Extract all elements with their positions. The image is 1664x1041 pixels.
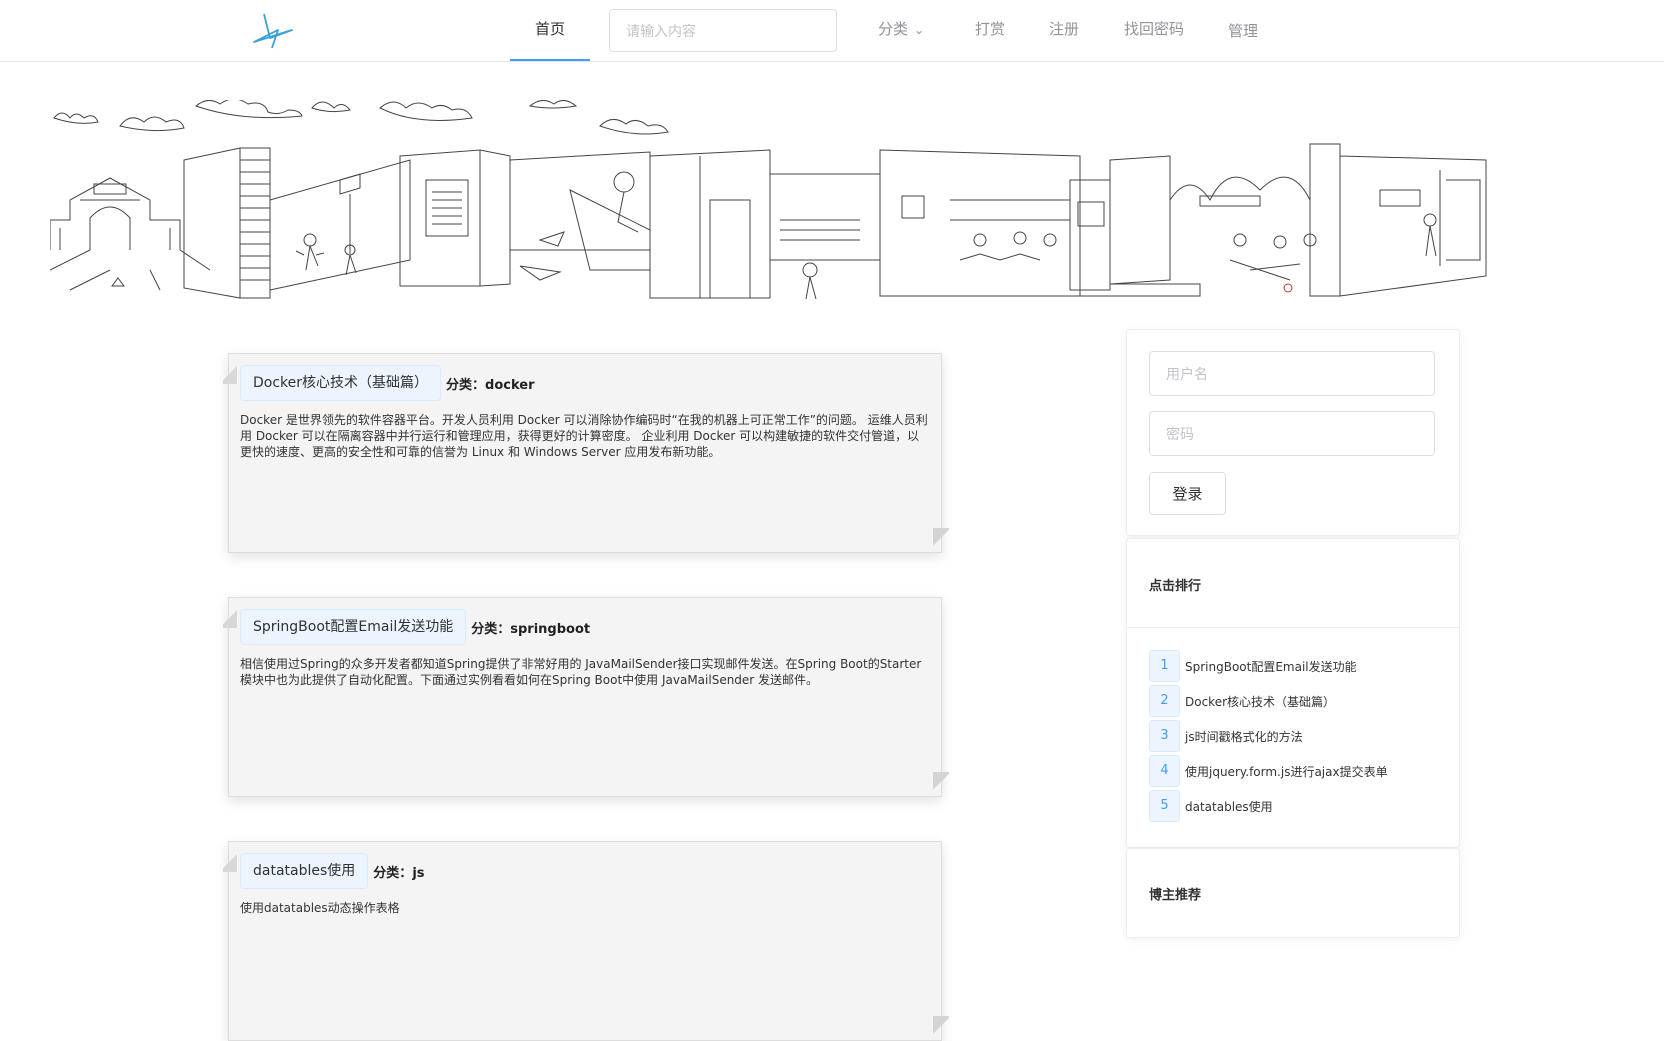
ranking-item[interactable]: 4 使用jquery.form.js进行ajax提交表单 <box>1149 755 1388 787</box>
article-title[interactable]: datatables使用 <box>240 853 369 889</box>
rank-title: SpringBoot配置Email发送功能 <box>1185 659 1357 674</box>
article-summary: Docker 是世界领先的软件容器平台。开发人员利用 Docker 可以消除协作… <box>240 413 928 459</box>
nav-admin[interactable]: 管理 <box>1228 2 1258 63</box>
ranking-item[interactable]: 1 SpringBoot配置Email发送功能 <box>1149 650 1357 682</box>
nav-reward[interactable]: 打赏 <box>975 0 1005 61</box>
username-input[interactable] <box>1149 351 1435 396</box>
article-header: datatables使用 分类：js <box>240 853 425 889</box>
article-card: SpringBoot配置Email发送功能 分类：springboot 相信使用… <box>223 597 949 797</box>
article-category-label: 分类： <box>373 865 413 881</box>
nav-category-label: 分类 <box>878 20 909 38</box>
nav-register[interactable]: 注册 <box>1049 0 1079 61</box>
article-card: datatables使用 分类：js 使用datatables动态操作表格 <box>223 841 949 1041</box>
rank-number: 3 <box>1149 720 1180 752</box>
ranking-divider <box>1127 627 1459 628</box>
ranking-item[interactable]: 2 Docker核心技术（基础篇） <box>1149 685 1335 717</box>
article-category-value: js <box>412 865 425 881</box>
rank-title: Docker核心技术（基础篇） <box>1185 694 1336 709</box>
article-category: 分类：springboot <box>471 618 590 637</box>
ranking-item[interactable]: 5 datatables使用 <box>1149 790 1273 822</box>
ranking-title: 点击排行 <box>1149 579 1202 594</box>
article-card: Docker核心技术（基础篇） 分类：docker Docker 是世界领先的软… <box>223 353 949 553</box>
rank-number: 4 <box>1149 755 1180 787</box>
article-summary: 使用datatables动态操作表格 <box>240 901 400 915</box>
article-header: SpringBoot配置Email发送功能 分类：springboot <box>240 609 590 645</box>
login-button[interactable]: 登录 <box>1149 472 1226 515</box>
rank-number: 5 <box>1149 790 1180 822</box>
nav-category[interactable]: 分类 ⌄ <box>878 0 924 61</box>
password-input[interactable] <box>1149 411 1435 456</box>
ranking-item[interactable]: 3 js时间戳格式化的方法 <box>1149 720 1303 752</box>
article-header: Docker核心技术（基础篇） 分类：docker <box>240 365 535 401</box>
ranking-panel: 点击排行 1 SpringBoot配置Email发送功能 2 Docker核心技… <box>1126 538 1460 848</box>
rank-title: 使用jquery.form.js进行ajax提交表单 <box>1185 764 1388 779</box>
search-input[interactable] <box>609 9 837 52</box>
nav-recover-password[interactable]: 找回密码 <box>1124 0 1184 61</box>
article-title[interactable]: SpringBoot配置Email发送功能 <box>240 609 467 645</box>
campus-sketch-banner <box>50 100 1487 300</box>
article-summary: 相信使用过Spring的众多开发者都知道Spring提供了非常好用的 JavaM… <box>240 657 922 687</box>
rank-number: 2 <box>1149 685 1180 717</box>
article-category: 分类：docker <box>446 374 534 393</box>
rank-title: js时间戳格式化的方法 <box>1185 729 1303 744</box>
login-panel: 登录 <box>1126 329 1460 536</box>
recommend-title: 博主推荐 <box>1149 888 1202 903</box>
chevron-down-icon: ⌄ <box>914 23 925 37</box>
nav-home[interactable]: 首页 <box>510 0 590 61</box>
site-logo[interactable] <box>248 10 298 50</box>
top-navbar: 首页 分类 ⌄ 打赏 注册 找回密码 管理 <box>0 0 1664 62</box>
article-category-value: springboot <box>510 621 591 637</box>
rank-number: 1 <box>1149 650 1180 682</box>
article-category-value: docker <box>485 377 535 393</box>
article-category-label: 分类： <box>446 377 486 393</box>
article-category: 分类：js <box>373 862 424 881</box>
article-title[interactable]: Docker核心技术（基础篇） <box>240 365 442 401</box>
article-category-label: 分类： <box>471 621 511 637</box>
rank-title: datatables使用 <box>1185 799 1273 814</box>
recommend-panel: 博主推荐 <box>1126 848 1460 938</box>
